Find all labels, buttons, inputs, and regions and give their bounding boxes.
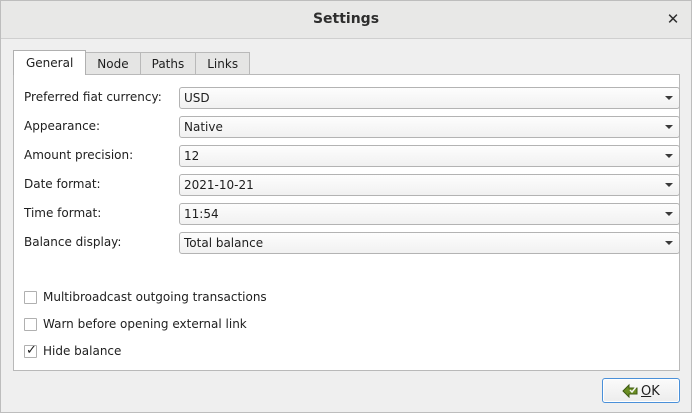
- checkmark-icon: ✓: [26, 343, 37, 358]
- multibroadcast-label: Multibroadcast outgoing transactions: [43, 290, 267, 304]
- dropdown-arrow-icon: [665, 96, 673, 100]
- balance-display-select[interactable]: Total balance: [179, 232, 680, 254]
- close-icon[interactable]: ✕: [665, 10, 681, 28]
- warn-external-link-label: Warn before opening external link: [43, 317, 247, 331]
- time-format-label: Time format:: [24, 206, 102, 220]
- general-panel: Preferred fiat currency: USD Appearance:…: [13, 74, 680, 371]
- hide-balance-checkbox[interactable]: ✓: [24, 343, 37, 358]
- dropdown-arrow-icon: [665, 212, 673, 216]
- dropdown-arrow-icon: [665, 241, 673, 245]
- balance-display-label: Balance display:: [24, 235, 122, 249]
- date-format-select[interactable]: 2021-10-21: [179, 174, 680, 196]
- fiat-currency-value: USD: [184, 91, 210, 105]
- ok-label: OK: [641, 384, 660, 399]
- fiat-currency-label: Preferred fiat currency:: [24, 90, 162, 104]
- dialog-title: Settings: [312, 11, 380, 27]
- balance-display-value: Total balance: [184, 236, 264, 250]
- amount-precision-label: Amount precision:: [24, 148, 134, 162]
- date-format-value: 2021-10-21: [184, 178, 254, 192]
- tab-node[interactable]: Node: [85, 52, 141, 75]
- multibroadcast-checkbox[interactable]: [24, 291, 37, 304]
- tab-bar: General Node Paths Links: [13, 50, 251, 75]
- settings-dialog: Settings ✕ General Node Paths Links Pref…: [0, 0, 692, 413]
- warn-external-link-checkbox[interactable]: [24, 318, 37, 331]
- time-format-value: 11:54: [184, 207, 219, 221]
- hide-balance-label: Hide balance: [43, 344, 122, 358]
- appearance-label: Appearance:: [24, 119, 101, 133]
- ok-button[interactable]: OK: [602, 378, 680, 403]
- dropdown-arrow-icon: [665, 183, 673, 187]
- amount-precision-value: 12: [184, 149, 200, 163]
- appearance-select[interactable]: Native: [179, 116, 680, 138]
- amount-precision-select[interactable]: 12: [179, 145, 680, 167]
- tab-links[interactable]: Links: [195, 52, 251, 75]
- dropdown-arrow-icon: [665, 154, 673, 158]
- fiat-currency-select[interactable]: USD: [179, 87, 680, 109]
- check-arrow-icon: [622, 383, 638, 398]
- tab-paths[interactable]: Paths: [139, 52, 197, 75]
- appearance-value: Native: [184, 120, 223, 134]
- time-format-select[interactable]: 11:54: [179, 203, 680, 225]
- date-format-label: Date format:: [24, 177, 101, 191]
- title-bar: Settings ✕: [1, 1, 691, 39]
- dropdown-arrow-icon: [665, 125, 673, 129]
- tab-general[interactable]: General: [13, 50, 87, 75]
